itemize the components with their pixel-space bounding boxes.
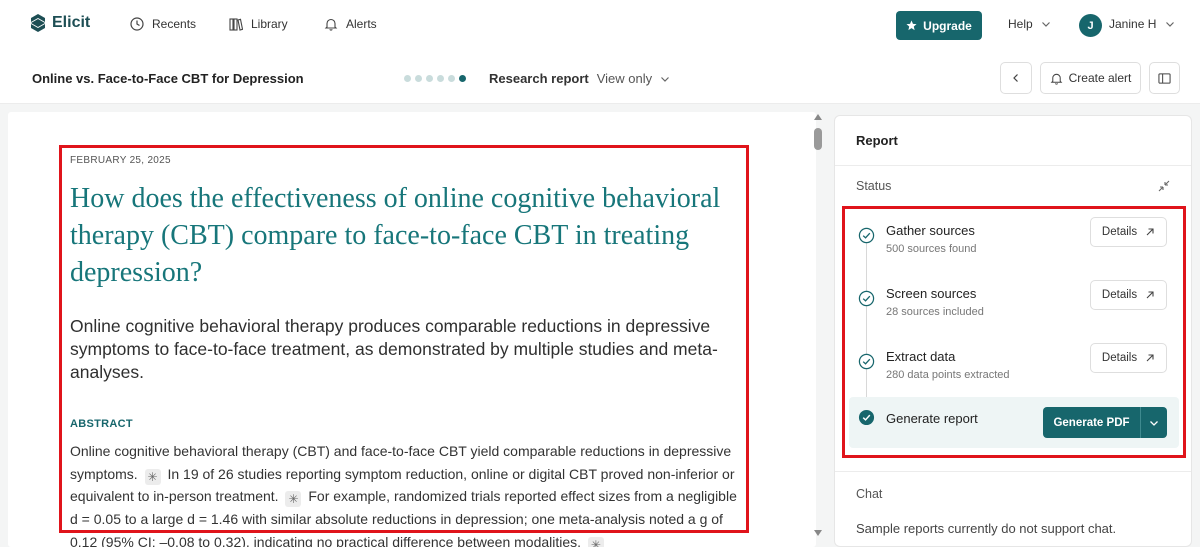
generate-pdf-label: Generate PDF [1053,416,1130,429]
generate-pdf-button[interactable]: Generate PDF [1043,407,1167,438]
create-alert-label: Create alert [1068,71,1132,85]
clock-icon [130,17,144,31]
nav-library[interactable]: Library [229,17,288,31]
report-date: FEBRUARY 25, 2025 [70,155,171,166]
citation-icon[interactable]: ✳ [587,536,604,547]
upgrade-label: Upgrade [923,18,972,33]
report-sidepanel: Report Status Gather sources 500 sources… [834,115,1192,547]
check-circle-filled-icon [858,409,875,426]
library-icon [229,18,243,31]
step-generate-report: Generate report Generate PDF [849,397,1179,448]
details-button[interactable]: Details [1090,343,1167,373]
check-circle-icon [858,290,875,307]
details-button[interactable]: Details [1090,217,1167,247]
progress-dot [404,75,411,82]
upgrade-button[interactable]: Upgrade [896,11,982,40]
top-navigation: Elicit Recents Library Alerts Upgrade He… [0,0,1200,52]
app-name: Elicit [52,14,91,31]
progress-dot-active [459,75,466,82]
abstract-text: Online cognitive behavioral therapy (CBT… [70,440,740,547]
nav-alerts[interactable]: Alerts [324,17,377,31]
generate-options-dropdown[interactable] [1141,418,1167,428]
avatar[interactable]: J [1079,14,1102,37]
nav-recents-label: Recents [152,17,197,31]
step-subtitle: 500 sources found [886,243,977,255]
step-screen-sources: Screen sources 28 sources included Detai… [835,280,1191,342]
step-title: Gather sources [886,223,975,238]
back-button[interactable] [1000,62,1032,94]
step-subtitle: 28 sources included [886,306,984,318]
citation-icon[interactable]: ✳ [285,491,302,508]
progress-dot [448,75,455,82]
user-menu[interactable]: Janine H [1109,17,1175,31]
external-arrow-icon [1146,291,1154,299]
sidebar-icon [1158,72,1171,84]
divider [835,165,1191,166]
star-icon [906,20,917,31]
sidepanel-title: Report [856,133,898,148]
document-scrollbar[interactable] [812,112,824,547]
status-label: Status [856,179,892,193]
details-label: Details [1101,289,1138,301]
check-circle-icon [858,227,875,244]
report-document[interactable]: FEBRUARY 25, 2025 How does the effective… [8,112,816,547]
app-logo[interactable]: Elicit [30,14,90,32]
report-content: FEBRUARY 25, 2025 How does the effective… [70,155,740,547]
progress-dots [404,75,466,82]
nav-recents[interactable]: Recents [130,17,196,31]
mode-label: Research report [489,71,589,86]
divider [835,471,1191,472]
chat-label: Chat [856,487,883,501]
view-label: View only [596,71,653,86]
external-arrow-icon [1146,354,1154,362]
report-headline: How does the effectiveness of online cog… [70,183,721,288]
details-label: Details [1101,352,1138,364]
nav-library-label: Library [251,17,288,31]
progress-dot [437,75,444,82]
step-title: Generate report [886,411,978,426]
external-arrow-icon [1146,228,1154,236]
scroll-thumb[interactable] [814,128,822,150]
scroll-up-arrow-icon[interactable] [814,114,822,120]
check-circle-icon [858,353,875,370]
chevron-down-icon [1041,22,1050,27]
report-header: Online vs. Face-to-Face CBT for Depressi… [0,52,1200,104]
details-button[interactable]: Details [1090,280,1167,310]
step-subtitle: 280 data points extracted [886,369,1010,381]
create-alert-button[interactable]: Create alert [1040,62,1141,94]
page-title: Online vs. Face-to-Face CBT for Depressi… [32,71,304,86]
help-label: Help [1008,17,1033,31]
scroll-down-arrow-icon[interactable] [814,530,822,536]
details-label: Details [1101,226,1138,238]
chevron-down-icon [661,76,670,82]
bell-icon [324,18,338,31]
user-name: Janine H [1109,17,1157,31]
chevron-left-icon [1013,74,1018,82]
chat-unavailable-note: Sample reports currently do not support … [856,521,1117,536]
nav-alerts-label: Alerts [346,17,377,31]
chevron-down-icon [1150,420,1158,426]
progress-dot [426,75,433,82]
help-menu[interactable]: Help [1008,17,1051,31]
report-summary: Online cognitive behavioral therapy prod… [70,316,718,382]
abstract-heading: ABSTRACT [70,418,133,430]
collapse-icon[interactable] [1157,179,1171,193]
progress-dot [415,75,422,82]
step-gather-sources: Gather sources 500 sources found Details [835,217,1191,279]
bell-plus-icon [1050,73,1063,85]
elicit-logo-icon [31,14,45,32]
chevron-down-icon [1166,22,1175,27]
step-title: Screen sources [886,286,977,301]
view-mode-selector[interactable]: Research report View only [489,71,670,86]
toggle-sidebar-button[interactable] [1149,62,1180,94]
citation-icon[interactable]: ✳ [144,468,161,485]
step-title: Extract data [886,349,956,364]
